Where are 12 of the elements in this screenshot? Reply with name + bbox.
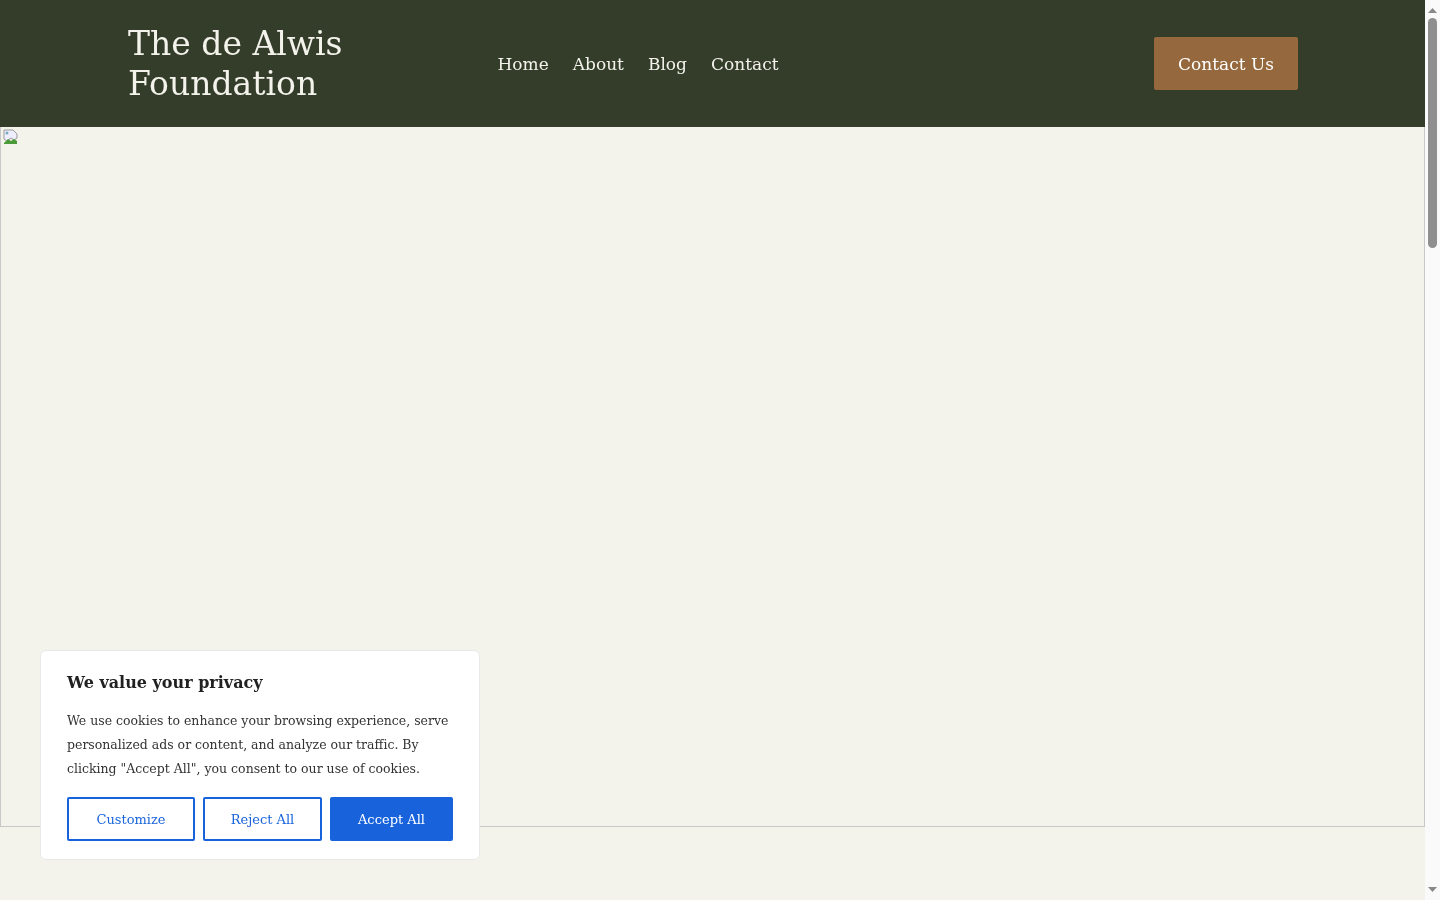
contact-us-button[interactable]: Contact Us (1154, 37, 1298, 90)
broken-image-icon (3, 129, 19, 145)
cookie-button[interactable]: Customize (67, 797, 195, 841)
nav-link[interactable]: Contact (711, 53, 779, 74)
nav-link[interactable]: Home (497, 53, 549, 74)
site-logo[interactable]: The de Alwis Foundation (128, 23, 368, 104)
banner-title: We value your privacy (67, 672, 264, 694)
cookie-button[interactable]: Accept All (330, 797, 453, 841)
nav-link[interactable]: About (572, 53, 624, 74)
nav-link[interactable]: Blog (647, 53, 687, 74)
cookie-button[interactable]: Reject All (203, 797, 322, 841)
banner-text: We use cookies to enhance your browsing experience, serve personalized ads or content, and analyze our traffic. By clicking "Accept All", you consent to our use of cookies. (67, 712, 450, 778)
